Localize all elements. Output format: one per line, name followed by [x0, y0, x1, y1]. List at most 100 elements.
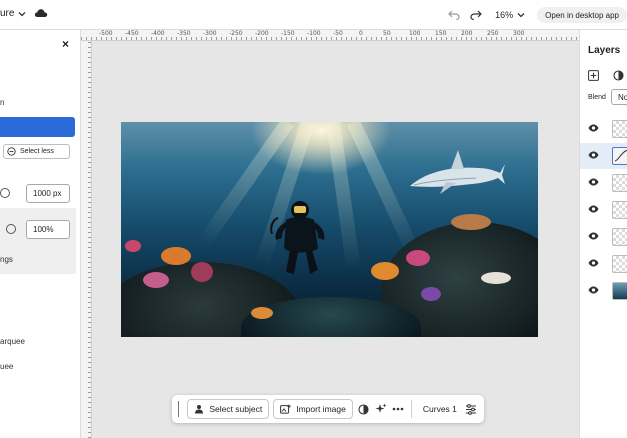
eye-icon[interactable] — [588, 205, 599, 213]
coral — [371, 262, 399, 280]
eye-icon[interactable] — [588, 232, 599, 240]
eye-icon[interactable] — [588, 259, 599, 267]
add-layer-button[interactable] — [588, 70, 599, 83]
curves-layer-label: Curves 1 — [422, 404, 457, 414]
open-in-desktop-button[interactable]: Open in desktop app — [537, 7, 627, 23]
layer-row[interactable] — [580, 251, 627, 277]
vertical-ruler — [81, 41, 92, 438]
layer-row[interactable] — [580, 197, 627, 223]
blend-mode-select[interactable]: No — [611, 89, 627, 105]
settings-link[interactable]: ngs — [0, 255, 13, 264]
size-input[interactable]: 1000 px — [26, 184, 70, 203]
contextual-taskbar: Select subject Import image Curves 1 — [172, 395, 484, 423]
coral — [421, 287, 441, 301]
chevron-down-icon — [517, 13, 525, 18]
more-icon — [392, 407, 403, 411]
ruler-tick: -450 — [125, 30, 139, 37]
generative-fill-button[interactable] — [374, 399, 387, 419]
adjustment-icon — [358, 403, 369, 415]
eye-icon[interactable] — [588, 151, 599, 159]
zoom-menu[interactable]: 16% — [495, 10, 525, 20]
active-option-button[interactable] — [0, 117, 75, 137]
ruler-tick: -100 — [307, 30, 321, 37]
layers-panel: Layers Blend No — [579, 30, 627, 438]
document-title: ure — [0, 8, 15, 19]
redo-button[interactable] — [465, 7, 487, 23]
coral — [406, 250, 430, 266]
zoom-level: 16% — [495, 10, 514, 20]
coral — [481, 272, 511, 284]
ruler-tick: -350 — [177, 30, 191, 37]
layer-thumbnail — [612, 201, 627, 219]
ruler-tick: 50 — [383, 30, 391, 37]
ruler-tick: -500 — [99, 30, 113, 37]
layer-row-selected[interactable] — [580, 143, 627, 169]
layer-row[interactable] — [580, 116, 627, 142]
ruler-tick: -200 — [255, 30, 269, 37]
shark-graphic — [410, 150, 505, 194]
ruler-tick: 200 — [461, 30, 473, 37]
panel-option-label: n — [0, 98, 5, 107]
layer-row[interactable] — [580, 224, 627, 250]
marquee-option-1[interactable]: arquee — [0, 337, 25, 346]
coral — [191, 262, 213, 282]
selection-panel: × n Select less 1000 px 100% ngs arquee … — [0, 30, 81, 438]
canvas-area[interactable]: -500 -450 -400 -350 -300 -250 -200 -150 … — [81, 30, 579, 438]
select-less-button[interactable]: Select less — [3, 144, 70, 159]
import-image-icon — [280, 404, 291, 414]
curve-icon — [614, 149, 627, 162]
marquee-option-2[interactable]: uee — [0, 362, 13, 371]
toolbar-divider — [411, 400, 412, 418]
horizontal-ruler: -500 -450 -400 -350 -300 -250 -200 -150 … — [81, 30, 579, 41]
blend-mode-label: Blend — [588, 94, 606, 101]
drag-handle[interactable] — [178, 401, 180, 417]
document-image[interactable] — [121, 122, 538, 337]
eye-icon[interactable] — [588, 124, 599, 132]
percent-input[interactable]: 100% — [26, 220, 70, 239]
size-radio[interactable] — [0, 188, 10, 198]
layer-row[interactable] — [580, 278, 627, 304]
ruler-tick: -50 — [333, 30, 343, 37]
curves-layer-thumbnail — [612, 147, 627, 165]
coral — [251, 307, 273, 319]
ruler-tick: -250 — [229, 30, 243, 37]
import-image-label: Import image — [296, 404, 346, 414]
ruler-tick: 150 — [435, 30, 447, 37]
layer-row[interactable] — [580, 170, 627, 196]
sparkle-icon — [375, 403, 387, 413]
percent-radio[interactable] — [6, 224, 16, 234]
coral — [125, 240, 141, 252]
select-subject-button[interactable]: Select subject — [187, 399, 270, 419]
diver-graphic — [270, 201, 325, 274]
properties-button[interactable] — [465, 399, 478, 419]
close-icon[interactable]: × — [62, 37, 69, 51]
ruler-tick: 300 — [513, 30, 525, 37]
chevron-down-icon — [18, 11, 26, 16]
document-title-menu[interactable]: ure — [0, 8, 26, 19]
image-layer-thumbnail — [612, 282, 627, 300]
cloud-icon[interactable] — [34, 8, 48, 20]
minus-circle-icon — [7, 147, 16, 156]
layer-thumbnail — [612, 228, 627, 246]
adjustment-layer-button[interactable] — [613, 70, 624, 83]
adjustment-icon — [613, 70, 624, 81]
ruler-tick: 100 — [409, 30, 421, 37]
layer-thumbnail — [612, 255, 627, 273]
select-less-label: Select less — [20, 148, 54, 155]
eye-icon[interactable] — [588, 178, 599, 186]
select-subject-label: Select subject — [209, 404, 263, 414]
add-layer-icon — [588, 70, 599, 81]
person-icon — [195, 405, 204, 414]
adjustment-button[interactable] — [357, 399, 370, 419]
coral — [143, 272, 169, 288]
ruler-tick: -300 — [203, 30, 217, 37]
eye-icon[interactable] — [588, 286, 599, 294]
undo-button[interactable] — [443, 7, 465, 23]
ruler-tick: -400 — [151, 30, 165, 37]
layer-thumbnail — [612, 120, 627, 138]
settings-section — [0, 208, 76, 274]
ruler-tick: 250 — [487, 30, 499, 37]
more-options-button[interactable] — [391, 399, 404, 419]
import-image-button[interactable]: Import image — [273, 399, 353, 419]
coral — [161, 247, 191, 265]
